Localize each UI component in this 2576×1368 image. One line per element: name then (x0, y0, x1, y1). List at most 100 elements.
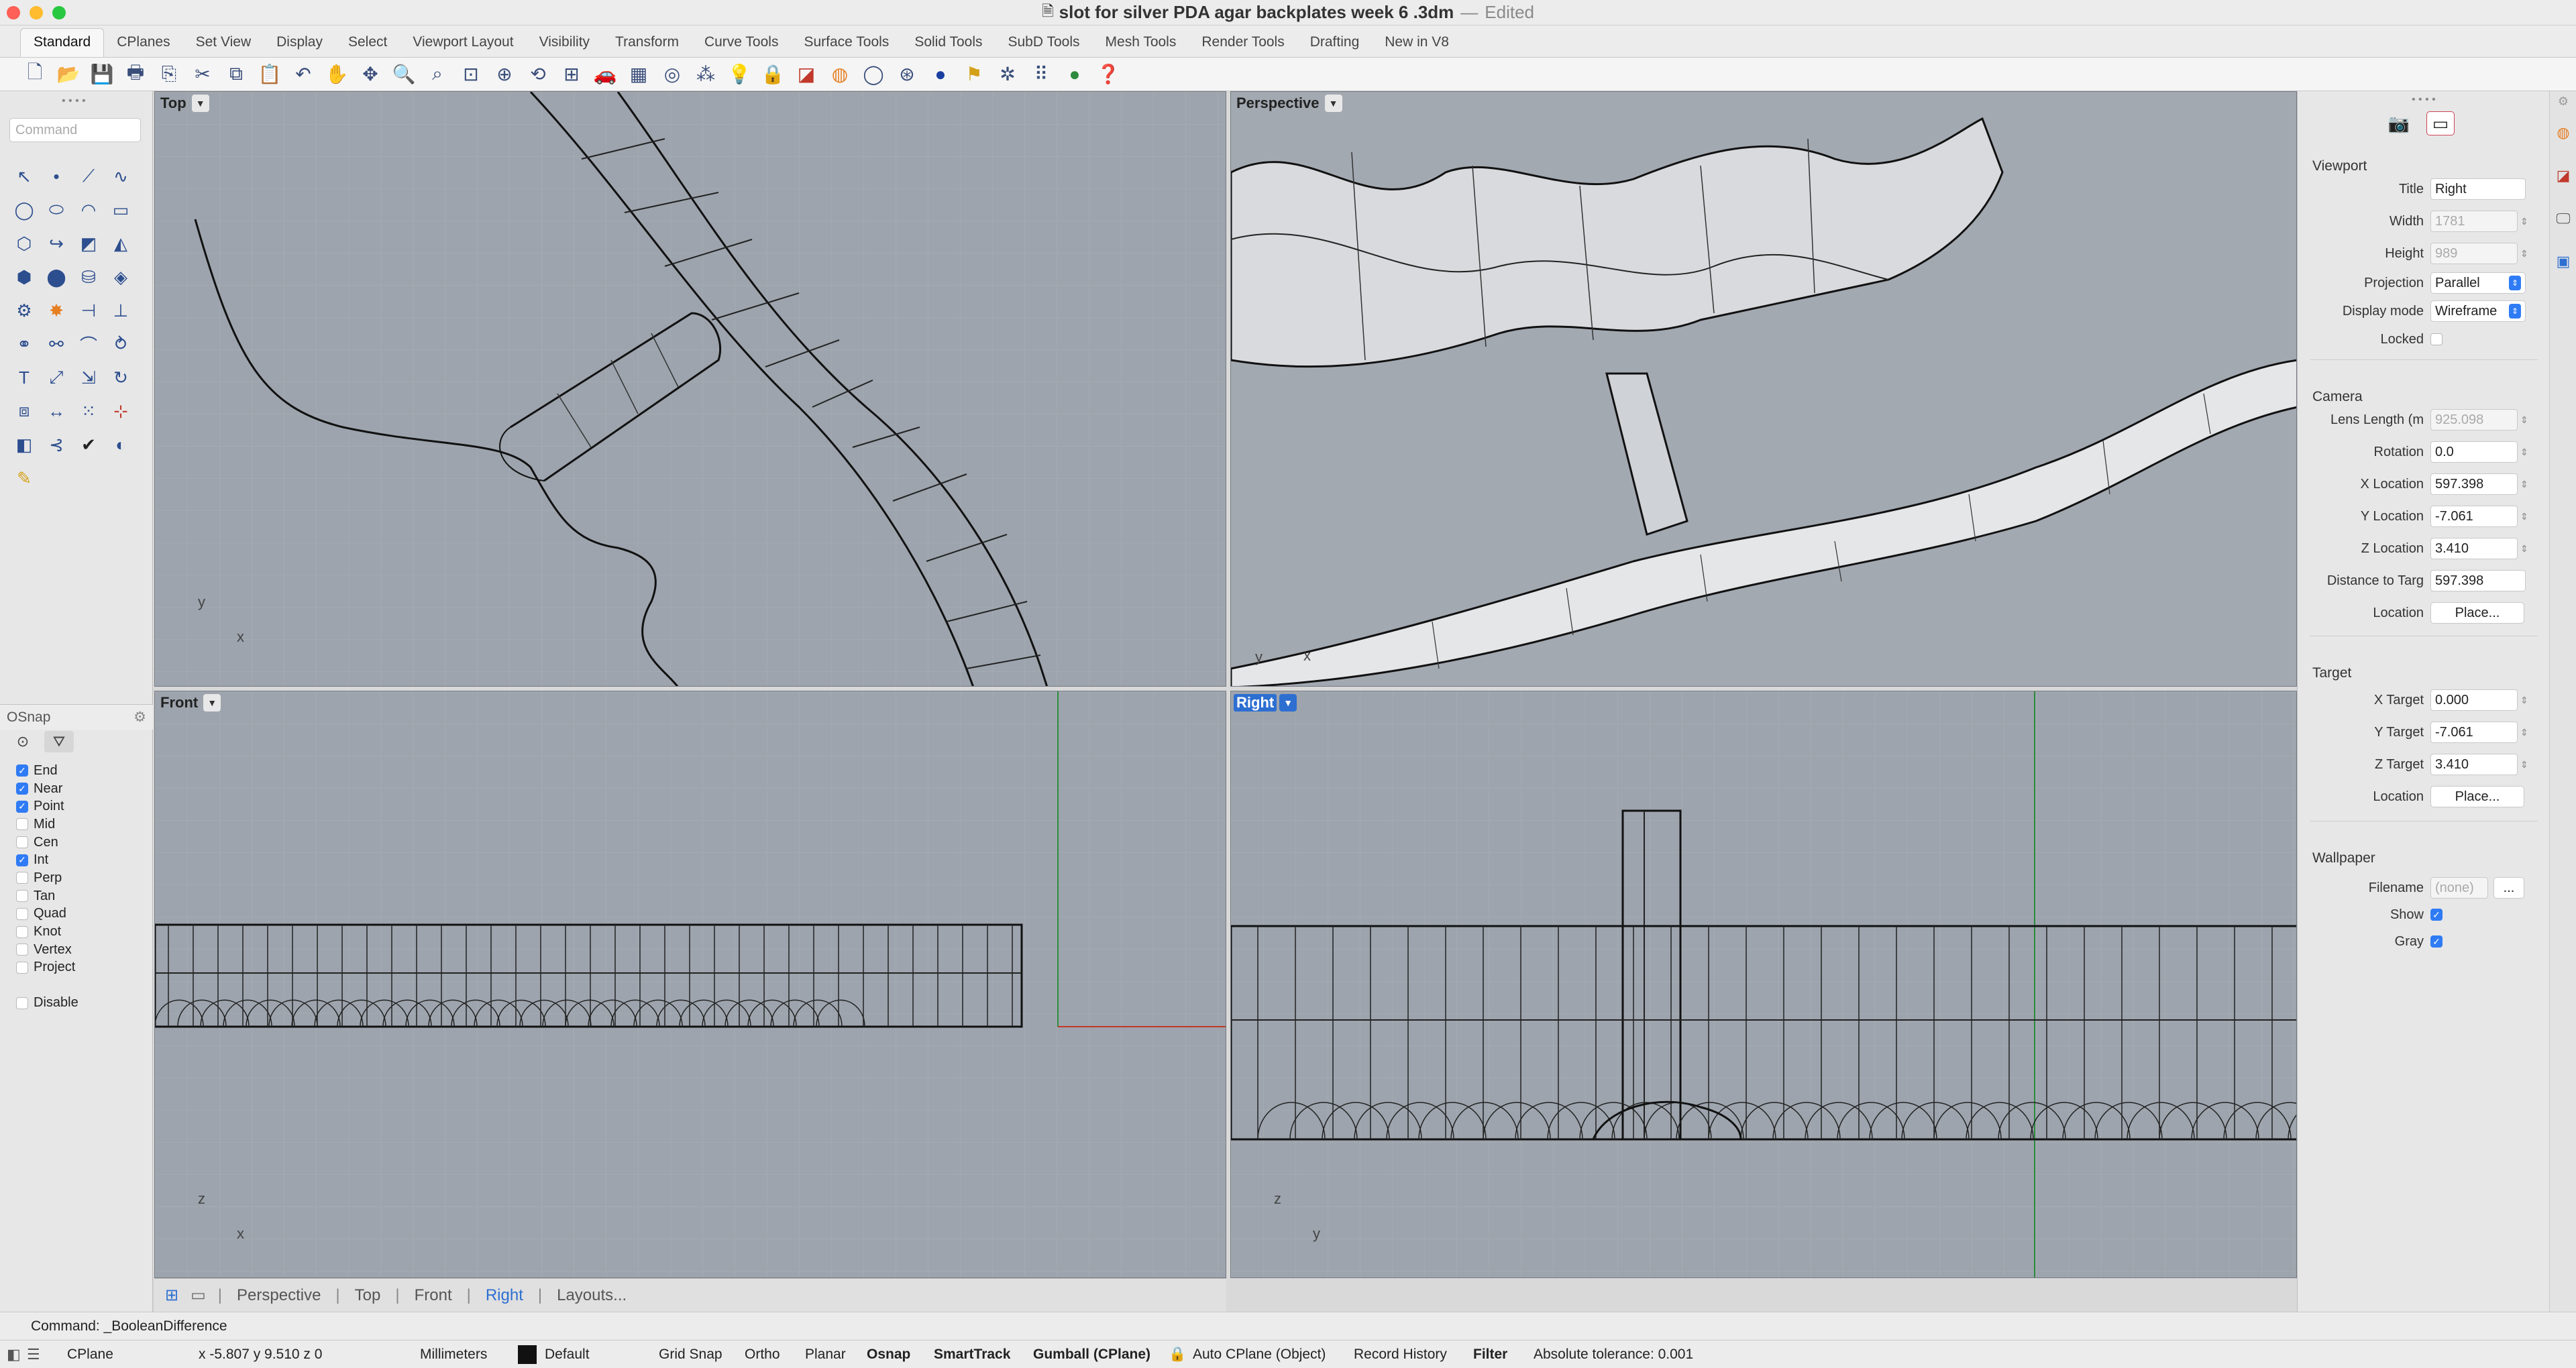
osnap-item-project[interactable]: Project (16, 959, 75, 977)
viewport-right-label[interactable]: Right ▼ (1234, 693, 1297, 713)
zoom-extents-icon[interactable]: ⊡ (456, 60, 486, 89)
list-icon[interactable]: ☰ (27, 1341, 40, 1368)
color-wheel-icon[interactable]: ◍ (825, 60, 855, 89)
new-file-icon[interactable]: 🗋 (20, 60, 50, 89)
osnap-checkbox[interactable] (16, 944, 28, 956)
projection-select[interactable]: Parallel ⇕ (2430, 272, 2526, 294)
fillet-icon[interactable]: ⌒ (72, 327, 105, 361)
trim-icon[interactable]: ⊣ (72, 294, 105, 327)
viewport-right[interactable]: Right ▼ z y (1230, 691, 2297, 1278)
tab-display[interactable]: Display (264, 29, 335, 57)
tab-viewport-layout[interactable]: Viewport Layout (400, 29, 526, 57)
copy-icon[interactable]: ⧉ (221, 60, 251, 89)
mesh-icon[interactable]: ◈ (105, 260, 137, 294)
x-target-stepper[interactable]: ⇕ (2520, 695, 2528, 706)
viewport-top[interactable]: Top ▼ y x (154, 91, 1226, 687)
sweep-icon[interactable]: ⊰ (40, 428, 72, 461)
locked-checkbox[interactable] (2430, 333, 2443, 345)
osnap-checkbox[interactable] (16, 818, 28, 831)
join-icon[interactable]: ⚯ (40, 327, 72, 361)
osnap-item-near[interactable]: ✓ Near (16, 780, 75, 798)
cplane-icon[interactable]: ◎ (657, 60, 687, 89)
cut-icon[interactable]: ✂ (188, 60, 217, 89)
snap-points-icon[interactable]: ⁂ (691, 60, 720, 89)
osnap-checkbox[interactable] (16, 890, 28, 903)
properties-icon[interactable]: ▣ (2550, 240, 2576, 283)
split-icon[interactable]: ⊥ (105, 294, 137, 327)
boolean-icon[interactable]: ⚭ (8, 327, 40, 361)
tab-visibility[interactable]: Visibility (527, 29, 602, 57)
lock-icon[interactable]: 🔒 (758, 60, 788, 89)
osnap-item-knot[interactable]: Knot (16, 923, 75, 941)
curve-icon[interactable]: ∿ (105, 160, 137, 193)
grid-snap-toggle[interactable]: Grid Snap (659, 1341, 722, 1368)
filter-icon[interactable]: ⛛ (44, 731, 74, 752)
mesh-tools-icon[interactable]: ✲ (993, 60, 1022, 89)
viewport-right-name[interactable]: Right (1234, 694, 1277, 711)
osnap-checkbox[interactable] (16, 925, 28, 938)
y-target-stepper[interactable]: ⇕ (2520, 727, 2528, 738)
osnap-checkbox[interactable]: ✓ (16, 764, 28, 777)
explode-icon[interactable]: ✸ (40, 294, 72, 327)
chevron-down-icon[interactable]: ▼ (1279, 694, 1297, 711)
viewport-tab-front[interactable]: Front (400, 1286, 467, 1305)
target-place-button[interactable]: Place... (2430, 786, 2524, 807)
transform-icon[interactable]: ⤢ (40, 361, 72, 394)
sidebar-toggle-icon[interactable]: ◧ (7, 1341, 21, 1368)
open-folder-icon[interactable]: 📂 (54, 60, 83, 89)
gumball-toggle[interactable]: Gumball (CPlane) (1033, 1341, 1150, 1368)
tab-mesh-tools[interactable]: Mesh Tools (1093, 29, 1189, 57)
osnap-target-icon[interactable]: ⊙ (8, 731, 38, 752)
gear-icon[interactable]: ⚙ (2550, 91, 2576, 111)
pan-hand-icon[interactable]: ✋ (322, 60, 352, 89)
layers-icon[interactable]: ◪ (792, 60, 821, 89)
x-location-stepper[interactable]: ⇕ (2520, 479, 2528, 490)
gray-checkbox[interactable]: ✓ (2430, 935, 2443, 948)
globe-icon[interactable]: ● (1060, 60, 1089, 89)
wireframe-sphere-icon[interactable]: ◯ (859, 60, 888, 89)
tab-standard[interactable]: Standard (20, 28, 105, 57)
viewport-tab-perspective[interactable]: Perspective (222, 1286, 335, 1305)
sphere-icon[interactable]: ⬤ (40, 260, 72, 294)
polyline-icon[interactable]: ⟋ (72, 160, 105, 193)
osnap-checkbox[interactable]: ✓ (16, 783, 28, 795)
z-target-field[interactable]: 3.410 (2430, 754, 2518, 775)
osnap-item-end[interactable]: ✓ End (16, 762, 75, 780)
move-view-icon[interactable]: ✥ (356, 60, 385, 89)
offset-icon[interactable]: ⥁ (105, 327, 137, 361)
viewport-tab-right[interactable]: Right (471, 1286, 538, 1305)
tab-render-tools[interactable]: Render Tools (1189, 29, 1297, 57)
save-icon[interactable]: 💾 (87, 60, 117, 89)
point-icon[interactable]: • (40, 160, 72, 193)
tab-cplanes[interactable]: CPlanes (104, 29, 182, 57)
x-location-field[interactable]: 597.398 (2430, 473, 2518, 495)
display-mode-select[interactable]: Wireframe ⇕ (2430, 300, 2526, 322)
circle-icon[interactable]: ◯ (8, 193, 40, 227)
viewport-perspective-name[interactable]: Perspective (1234, 95, 1322, 112)
tab-curve-tools[interactable]: Curve Tools (692, 29, 792, 57)
polygon-icon[interactable]: ⬡ (8, 227, 40, 260)
osnap-checkbox[interactable] (16, 836, 28, 849)
block-icon[interactable]: ⧈ (8, 394, 40, 428)
render-mesh-icon[interactable]: ⊛ (892, 60, 922, 89)
viewport-perspective-label[interactable]: Perspective ▼ (1234, 93, 1342, 113)
title-field[interactable]: Right (2430, 178, 2526, 200)
chevron-down-icon[interactable]: ▼ (1324, 95, 1342, 112)
zoom-selected-icon[interactable]: ⊕ (490, 60, 519, 89)
gear-icon[interactable]: ⚙ (133, 709, 146, 726)
viewport-front[interactable]: Front ▼ z x (154, 691, 1226, 1278)
rotate-icon[interactable]: ↻ (105, 361, 137, 394)
viewport-top-label[interactable]: Top ▼ (158, 93, 209, 113)
help-icon[interactable]: ❓ (1093, 60, 1123, 89)
osnap-item-cen[interactable]: Cen (16, 834, 75, 852)
viewport-top-name[interactable]: Top (158, 95, 189, 112)
chevron-down-icon[interactable]: ▼ (203, 694, 221, 711)
tab-surface-tools[interactable]: Surface Tools (791, 29, 902, 57)
viewport-front-label[interactable]: Front ▼ (158, 693, 221, 713)
arc-icon[interactable]: ◠ (72, 193, 105, 227)
tab-set-view[interactable]: Set View (183, 29, 264, 57)
tab-select[interactable]: Select (335, 29, 400, 57)
osnap-checkbox[interactable]: ✓ (16, 800, 28, 813)
gears-icon[interactable]: ⚙ (8, 294, 40, 327)
flag-icon[interactable]: ⚑ (959, 60, 989, 89)
